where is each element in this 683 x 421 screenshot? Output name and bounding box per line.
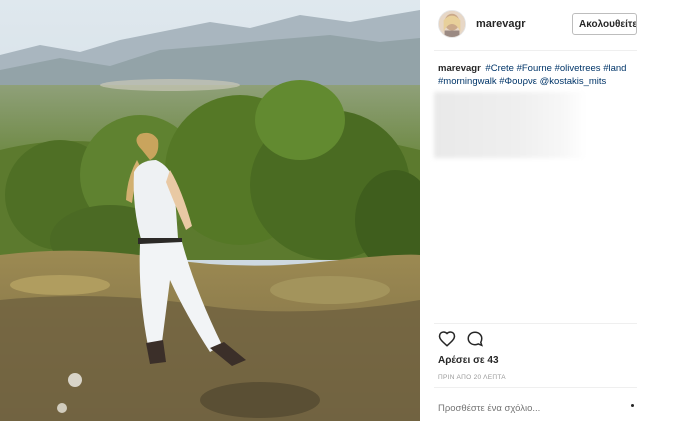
caption-author[interactable]: marevagr <box>438 63 481 74</box>
avatar[interactable] <box>438 10 466 38</box>
caption-tag[interactable]: #morningwalk <box>438 76 497 87</box>
caption-tag[interactable]: #olivetrees <box>555 63 601 74</box>
post-header: marevagr Ακολουθείτε <box>438 10 637 40</box>
caption-tag[interactable]: #Crete <box>485 63 514 74</box>
following-button[interactable]: Ακολουθείτε <box>572 13 637 35</box>
caption-mention[interactable]: @kostakis_mits <box>540 76 607 87</box>
caption-tag[interactable]: #Fourne <box>517 63 552 74</box>
post-sidebar: marevagr Ακολουθείτε marevagr #Crete #Fo… <box>430 0 637 421</box>
comment-bubble-icon[interactable] <box>466 330 486 350</box>
caption-tag[interactable]: #land <box>603 63 626 74</box>
post-username[interactable]: marevagr <box>476 18 526 30</box>
post-timestamp: ΠΡΙΝ ΑΠΟ 20 ΛΕΠΤΑ <box>438 374 506 381</box>
actions-divider <box>434 323 637 324</box>
caption-tag[interactable]: #Φουρνε <box>499 76 537 87</box>
comment-divider <box>434 387 637 388</box>
header-divider <box>434 50 637 51</box>
more-options-icon[interactable] <box>631 404 634 407</box>
avatar-photo <box>439 11 465 37</box>
post-actions <box>438 330 498 350</box>
post-caption: marevagr #Crete #Fourne #olivetrees #lan… <box>438 63 637 88</box>
heart-icon[interactable] <box>438 330 458 350</box>
blurred-comment-area <box>434 92 586 158</box>
post-photo[interactable] <box>0 0 420 421</box>
olive-grove-photo <box>0 0 420 421</box>
likes-count[interactable]: Αρέσει σε 43 <box>438 355 499 366</box>
comment-input[interactable] <box>438 401 618 415</box>
